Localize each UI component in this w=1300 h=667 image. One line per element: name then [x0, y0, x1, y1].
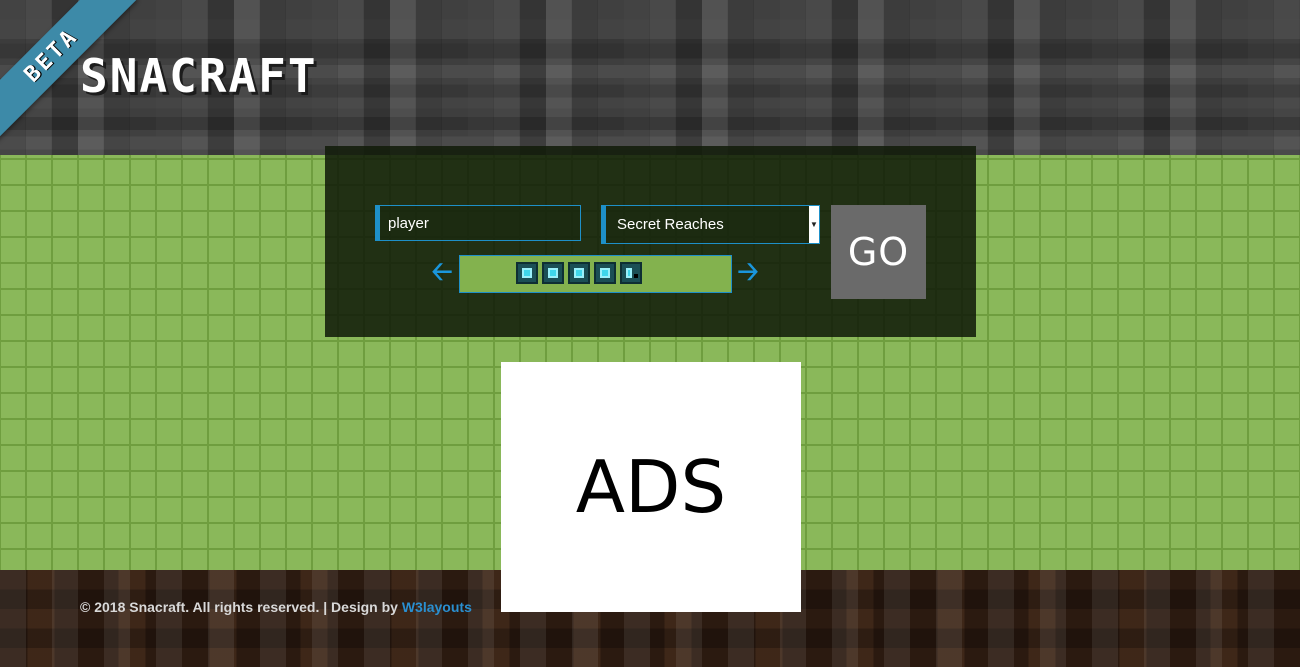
designer-link[interactable]: W3layouts	[402, 599, 472, 615]
copyright-text: © 2018 Snacraft. All rights reserved. | …	[80, 599, 472, 615]
chevron-down-icon[interactable]: ▼	[809, 206, 819, 243]
arrow-right-icon[interactable]: 🡢	[736, 258, 760, 284]
hotbar-slot-partial[interactable]	[620, 262, 642, 284]
arrow-left-icon[interactable]: 🡠	[430, 258, 454, 284]
ad-box[interactable]: ADS	[501, 362, 801, 612]
copyright-label: © 2018 Snacraft. All rights reserved. | …	[80, 599, 402, 615]
hotbar-slot[interactable]	[594, 262, 616, 284]
hotbar-slot[interactable]	[516, 262, 538, 284]
go-button[interactable]: GO	[831, 205, 926, 299]
hotbar-slot[interactable]	[542, 262, 564, 284]
player-name-input[interactable]	[375, 205, 581, 241]
site-logo[interactable]: SNACRAFT	[80, 48, 318, 104]
skin-hotbar	[459, 255, 732, 293]
server-select-value: Secret Reaches	[617, 216, 724, 233]
server-select[interactable]: Secret Reaches ▼	[601, 205, 820, 244]
ad-label: ADS	[575, 445, 727, 529]
skin-search-panel: Secret Reaches ▼ GO 🡠 🡢	[325, 146, 976, 337]
hotbar-slot[interactable]	[568, 262, 590, 284]
